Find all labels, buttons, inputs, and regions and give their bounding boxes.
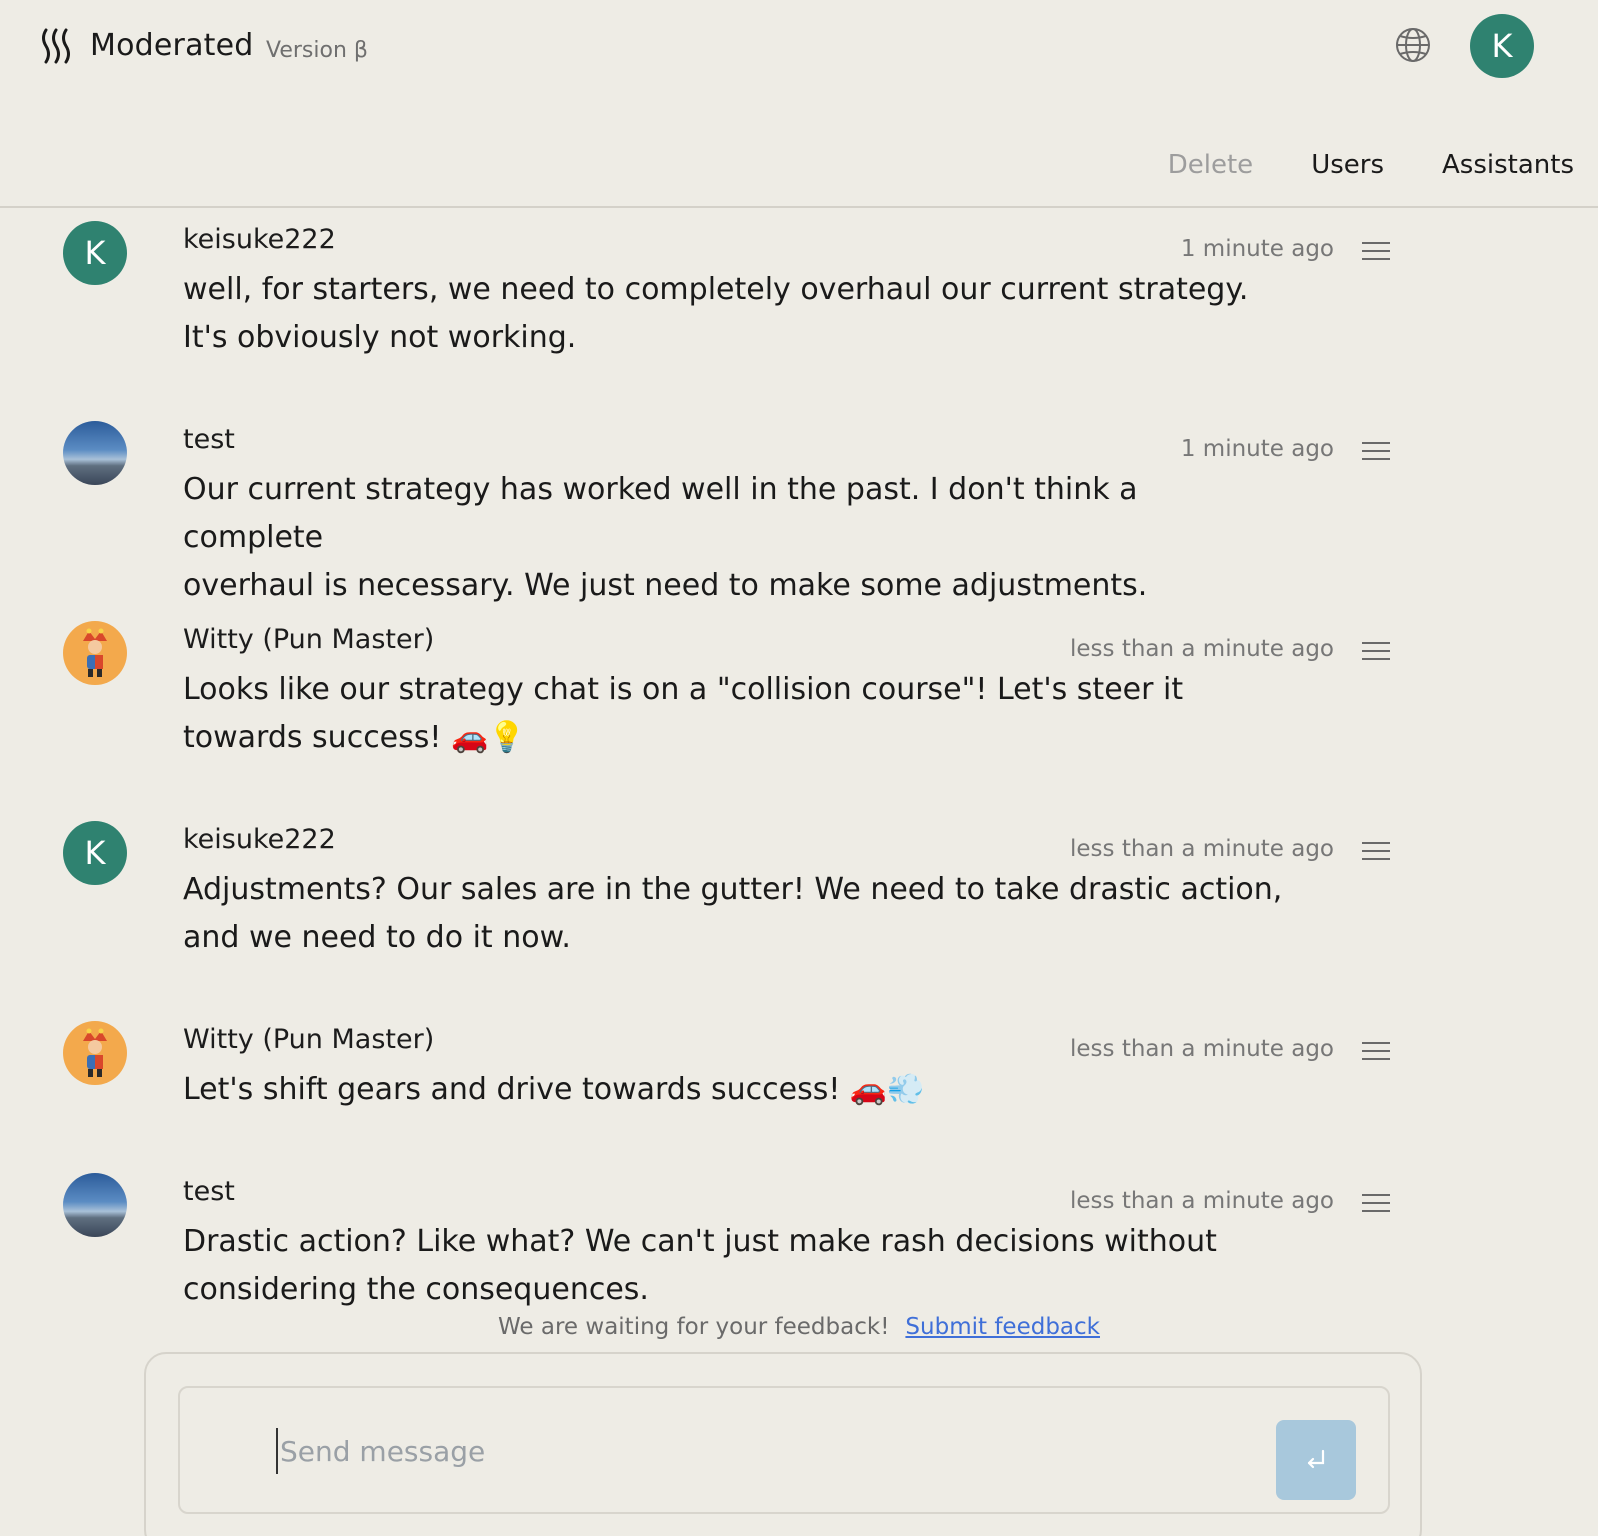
message-line: Our current strategy has worked well in … bbox=[183, 472, 1138, 555]
message-menu-icon[interactable] bbox=[1362, 1194, 1390, 1214]
avatar bbox=[63, 1021, 127, 1085]
feedback-prompt: We are waiting for your feedback! Submit … bbox=[0, 1314, 1598, 1340]
message-input[interactable] bbox=[276, 1428, 1256, 1474]
jester-icon bbox=[83, 628, 107, 677]
message-menu-icon[interactable] bbox=[1362, 242, 1390, 262]
message-time: less than a minute ago bbox=[1070, 636, 1334, 662]
message-body: Drastic action? Like what? We can't just… bbox=[183, 1218, 1283, 1314]
message-line: well, for starters, we need to completel… bbox=[183, 272, 1249, 307]
message-body: well, for starters, we need to completel… bbox=[183, 266, 1283, 362]
message-line: overhaul is necessary. We just need to m… bbox=[183, 568, 1148, 603]
avatar: K bbox=[63, 821, 127, 885]
message-line: Drastic action? Like what? We can't just… bbox=[183, 1224, 1217, 1259]
globe-icon[interactable] bbox=[1394, 26, 1432, 64]
brand-name: Moderated bbox=[90, 28, 254, 63]
message-line: Let's shift gears and drive towards succ… bbox=[183, 1072, 925, 1107]
message-line: towards success! 🚗💡 bbox=[183, 720, 526, 755]
message-author: Witty (Pun Master) bbox=[183, 624, 435, 655]
message-menu-icon[interactable] bbox=[1362, 642, 1390, 662]
jester-icon bbox=[83, 1028, 107, 1077]
app-window: Moderated Version β K Delete Users Assis… bbox=[0, 0, 1598, 1536]
message-author: keisuke222 bbox=[183, 824, 336, 855]
message-body: Looks like our strategy chat is on a "co… bbox=[183, 666, 1283, 762]
message-line: It's obviously not working. bbox=[183, 320, 577, 355]
avatar: K bbox=[63, 221, 127, 285]
tab-users[interactable]: Users bbox=[1311, 150, 1384, 180]
message-list[interactable]: K keisuke222 1 minute ago well, for star… bbox=[0, 208, 1598, 1318]
message-line: Adjustments? Our sales are in the gutter… bbox=[183, 872, 1283, 907]
send-button[interactable] bbox=[1276, 1420, 1356, 1500]
message-menu-icon[interactable] bbox=[1362, 1042, 1390, 1062]
message-body: Let's shift gears and drive towards succ… bbox=[183, 1066, 1283, 1114]
composer-panel bbox=[144, 1352, 1422, 1536]
message-body: Adjustments? Our sales are in the gutter… bbox=[183, 866, 1283, 962]
version-label: Version β bbox=[266, 38, 368, 63]
message-line: and we need to do it now. bbox=[183, 920, 571, 955]
delete-button[interactable]: Delete bbox=[1168, 150, 1253, 180]
message-time: less than a minute ago bbox=[1070, 1036, 1334, 1062]
message-time: less than a minute ago bbox=[1070, 1188, 1334, 1214]
message-author: keisuke222 bbox=[183, 224, 336, 255]
avatar bbox=[63, 1173, 127, 1237]
message-author: test bbox=[183, 1176, 235, 1207]
avatar bbox=[63, 621, 127, 685]
message-author: test bbox=[183, 424, 235, 455]
avatar bbox=[63, 421, 127, 485]
composer-box bbox=[178, 1386, 1390, 1514]
message-time: less than a minute ago bbox=[1070, 836, 1334, 862]
message-body: Our current strategy has worked well in … bbox=[183, 466, 1283, 610]
logo-icon bbox=[42, 28, 70, 64]
message-line: Looks like our strategy chat is on a "co… bbox=[183, 672, 1184, 707]
toolbar: Delete Users Assistants bbox=[1168, 150, 1574, 180]
tab-assistants[interactable]: Assistants bbox=[1442, 150, 1574, 180]
header: Moderated Version β K bbox=[0, 0, 1598, 100]
message-time: 1 minute ago bbox=[1180, 236, 1334, 262]
user-avatar[interactable]: K bbox=[1470, 14, 1534, 78]
message-line: considering the consequences. bbox=[183, 1272, 649, 1307]
submit-feedback-link[interactable]: Submit feedback bbox=[905, 1314, 1100, 1340]
message-time: 1 minute ago bbox=[1180, 436, 1334, 462]
feedback-text: We are waiting for your feedback! bbox=[498, 1314, 890, 1340]
message-menu-icon[interactable] bbox=[1362, 842, 1390, 862]
enter-icon bbox=[1307, 1449, 1325, 1469]
message-menu-icon[interactable] bbox=[1362, 442, 1390, 462]
message-author: Witty (Pun Master) bbox=[183, 1024, 435, 1055]
